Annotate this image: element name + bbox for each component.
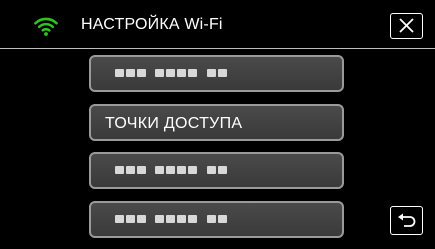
close-button[interactable] (390, 13, 423, 39)
page-title: НАСТРОЙКА Wi-Fi (81, 16, 223, 33)
header-divider (0, 48, 435, 49)
menu-item-obscured-1[interactable] (89, 55, 344, 92)
menu-item-label: ТОЧКИ ДОСТУПА (105, 115, 243, 132)
close-icon (399, 18, 414, 33)
back-button[interactable] (390, 206, 423, 235)
camera-settings-screen: НАСТРОЙКА Wi-Fi ТОЧКИ ДОСТУПА (0, 0, 435, 249)
masked-text-placeholder (115, 166, 227, 174)
return-arrow-icon (398, 213, 416, 227)
header-bar: НАСТРОЙКА Wi-Fi (0, 0, 435, 48)
menu-item-obscured-3[interactable] (89, 152, 344, 189)
wifi-icon (34, 16, 58, 36)
masked-text-placeholder (115, 215, 227, 223)
menu-item-access-points[interactable]: ТОЧКИ ДОСТУПА (89, 104, 344, 141)
masked-text-placeholder (115, 69, 227, 77)
menu-item-obscured-4[interactable] (89, 201, 344, 238)
